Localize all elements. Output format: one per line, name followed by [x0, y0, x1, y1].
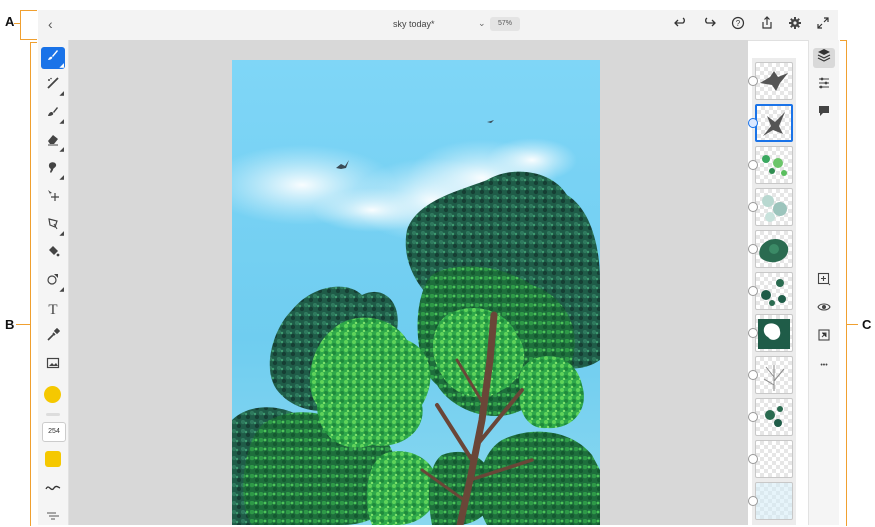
layer-select-dot[interactable]: [748, 412, 758, 422]
more-icon[interactable]: •••: [813, 356, 835, 376]
callout-c: C: [862, 317, 872, 332]
lasso-icon[interactable]: ◢: [41, 215, 65, 237]
paint-bucket-icon[interactable]: [41, 243, 65, 265]
eyedropper-icon[interactable]: [41, 327, 65, 349]
brush-color-swatch[interactable]: [45, 451, 61, 467]
document-title[interactable]: sky today*: [393, 19, 435, 29]
layer-thumbnail[interactable]: [755, 188, 793, 226]
callout-b-brace: [30, 42, 37, 526]
eraser-icon[interactable]: ◢: [41, 131, 65, 153]
layer-thumbnail[interactable]: [755, 440, 793, 478]
task-bar: •••: [808, 40, 839, 525]
properties-icon[interactable]: [813, 76, 835, 96]
canvas-artwork: [232, 120, 600, 525]
layer-thumbnail[interactable]: [755, 398, 793, 436]
layer-thumbnail[interactable]: [755, 272, 793, 310]
layer-select-dot[interactable]: [748, 286, 758, 296]
divider: [46, 413, 60, 416]
layer-select-dot[interactable]: [748, 454, 758, 464]
callout-c-tick: [846, 324, 858, 325]
chevron-down-icon[interactable]: ⌄: [478, 18, 486, 29]
layer-thumbnail[interactable]: [755, 356, 793, 394]
callout-b: B: [5, 317, 15, 332]
visibility-icon[interactable]: [813, 300, 835, 320]
share-icon[interactable]: [760, 16, 774, 33]
callout-a: A: [5, 14, 15, 29]
layer-thumbnail[interactable]: [755, 62, 793, 100]
move-transform-icon[interactable]: [41, 187, 65, 209]
layer-select-dot-active[interactable]: [748, 118, 758, 128]
back-button[interactable]: ‹: [48, 16, 53, 32]
layers-panel: [748, 58, 796, 525]
layer-thumbnail[interactable]: [755, 146, 793, 184]
settings-icon[interactable]: [788, 16, 802, 33]
svg-text:?: ?: [736, 19, 741, 28]
brush-icon[interactable]: ◢: [41, 47, 65, 69]
shape-icon[interactable]: ◢: [41, 271, 65, 293]
callout-a-tick: [14, 23, 20, 24]
color-picker[interactable]: [44, 386, 61, 403]
fullscreen-icon[interactable]: [816, 16, 830, 33]
redo-icon[interactable]: [702, 16, 716, 33]
undo-icon[interactable]: [674, 16, 688, 33]
layer-select-dot[interactable]: [748, 76, 758, 86]
merge-icon[interactable]: [813, 328, 835, 348]
tool-bar: ◢ ◢ ◢ ◢ ◢ ◢ ◢ T 254: [38, 40, 69, 525]
zoom-level[interactable]: 57%: [490, 17, 520, 31]
callout-c-brace: [840, 40, 847, 526]
add-layer-icon[interactable]: [813, 272, 835, 292]
text-icon[interactable]: T: [41, 299, 65, 321]
pixel-brush-icon[interactable]: ◢: [41, 75, 65, 97]
canvas[interactable]: [232, 60, 600, 525]
layers-icon[interactable]: [813, 48, 835, 68]
layer-select-dot[interactable]: [748, 496, 758, 506]
brush-settings-icon[interactable]: [41, 478, 65, 500]
layer-select-dot[interactable]: [748, 244, 758, 254]
stylus-settings-icon[interactable]: [41, 505, 65, 527]
help-icon[interactable]: ?: [731, 16, 745, 33]
callout-a-brace: [20, 10, 37, 40]
layer-thumbnail[interactable]: [755, 314, 793, 352]
layer-thumbnail-selected[interactable]: [755, 104, 793, 142]
comments-icon[interactable]: [813, 104, 835, 124]
fill-brush-icon[interactable]: ◢: [41, 103, 65, 125]
callout-b-tick: [16, 324, 30, 325]
image-icon[interactable]: [41, 355, 65, 377]
layer-select-dot[interactable]: [748, 370, 758, 380]
layer-thumbnail[interactable]: [755, 482, 793, 520]
layer-thumbnail[interactable]: [755, 230, 793, 268]
top-bar: ‹ sky today* ⌄ 57% ?: [38, 10, 838, 41]
layer-select-dot[interactable]: [748, 328, 758, 338]
layer-select-dot[interactable]: [748, 160, 758, 170]
smudge-icon[interactable]: ◢: [41, 159, 65, 181]
brush-size-field[interactable]: 254: [42, 422, 66, 442]
layer-select-dot[interactable]: [748, 202, 758, 212]
